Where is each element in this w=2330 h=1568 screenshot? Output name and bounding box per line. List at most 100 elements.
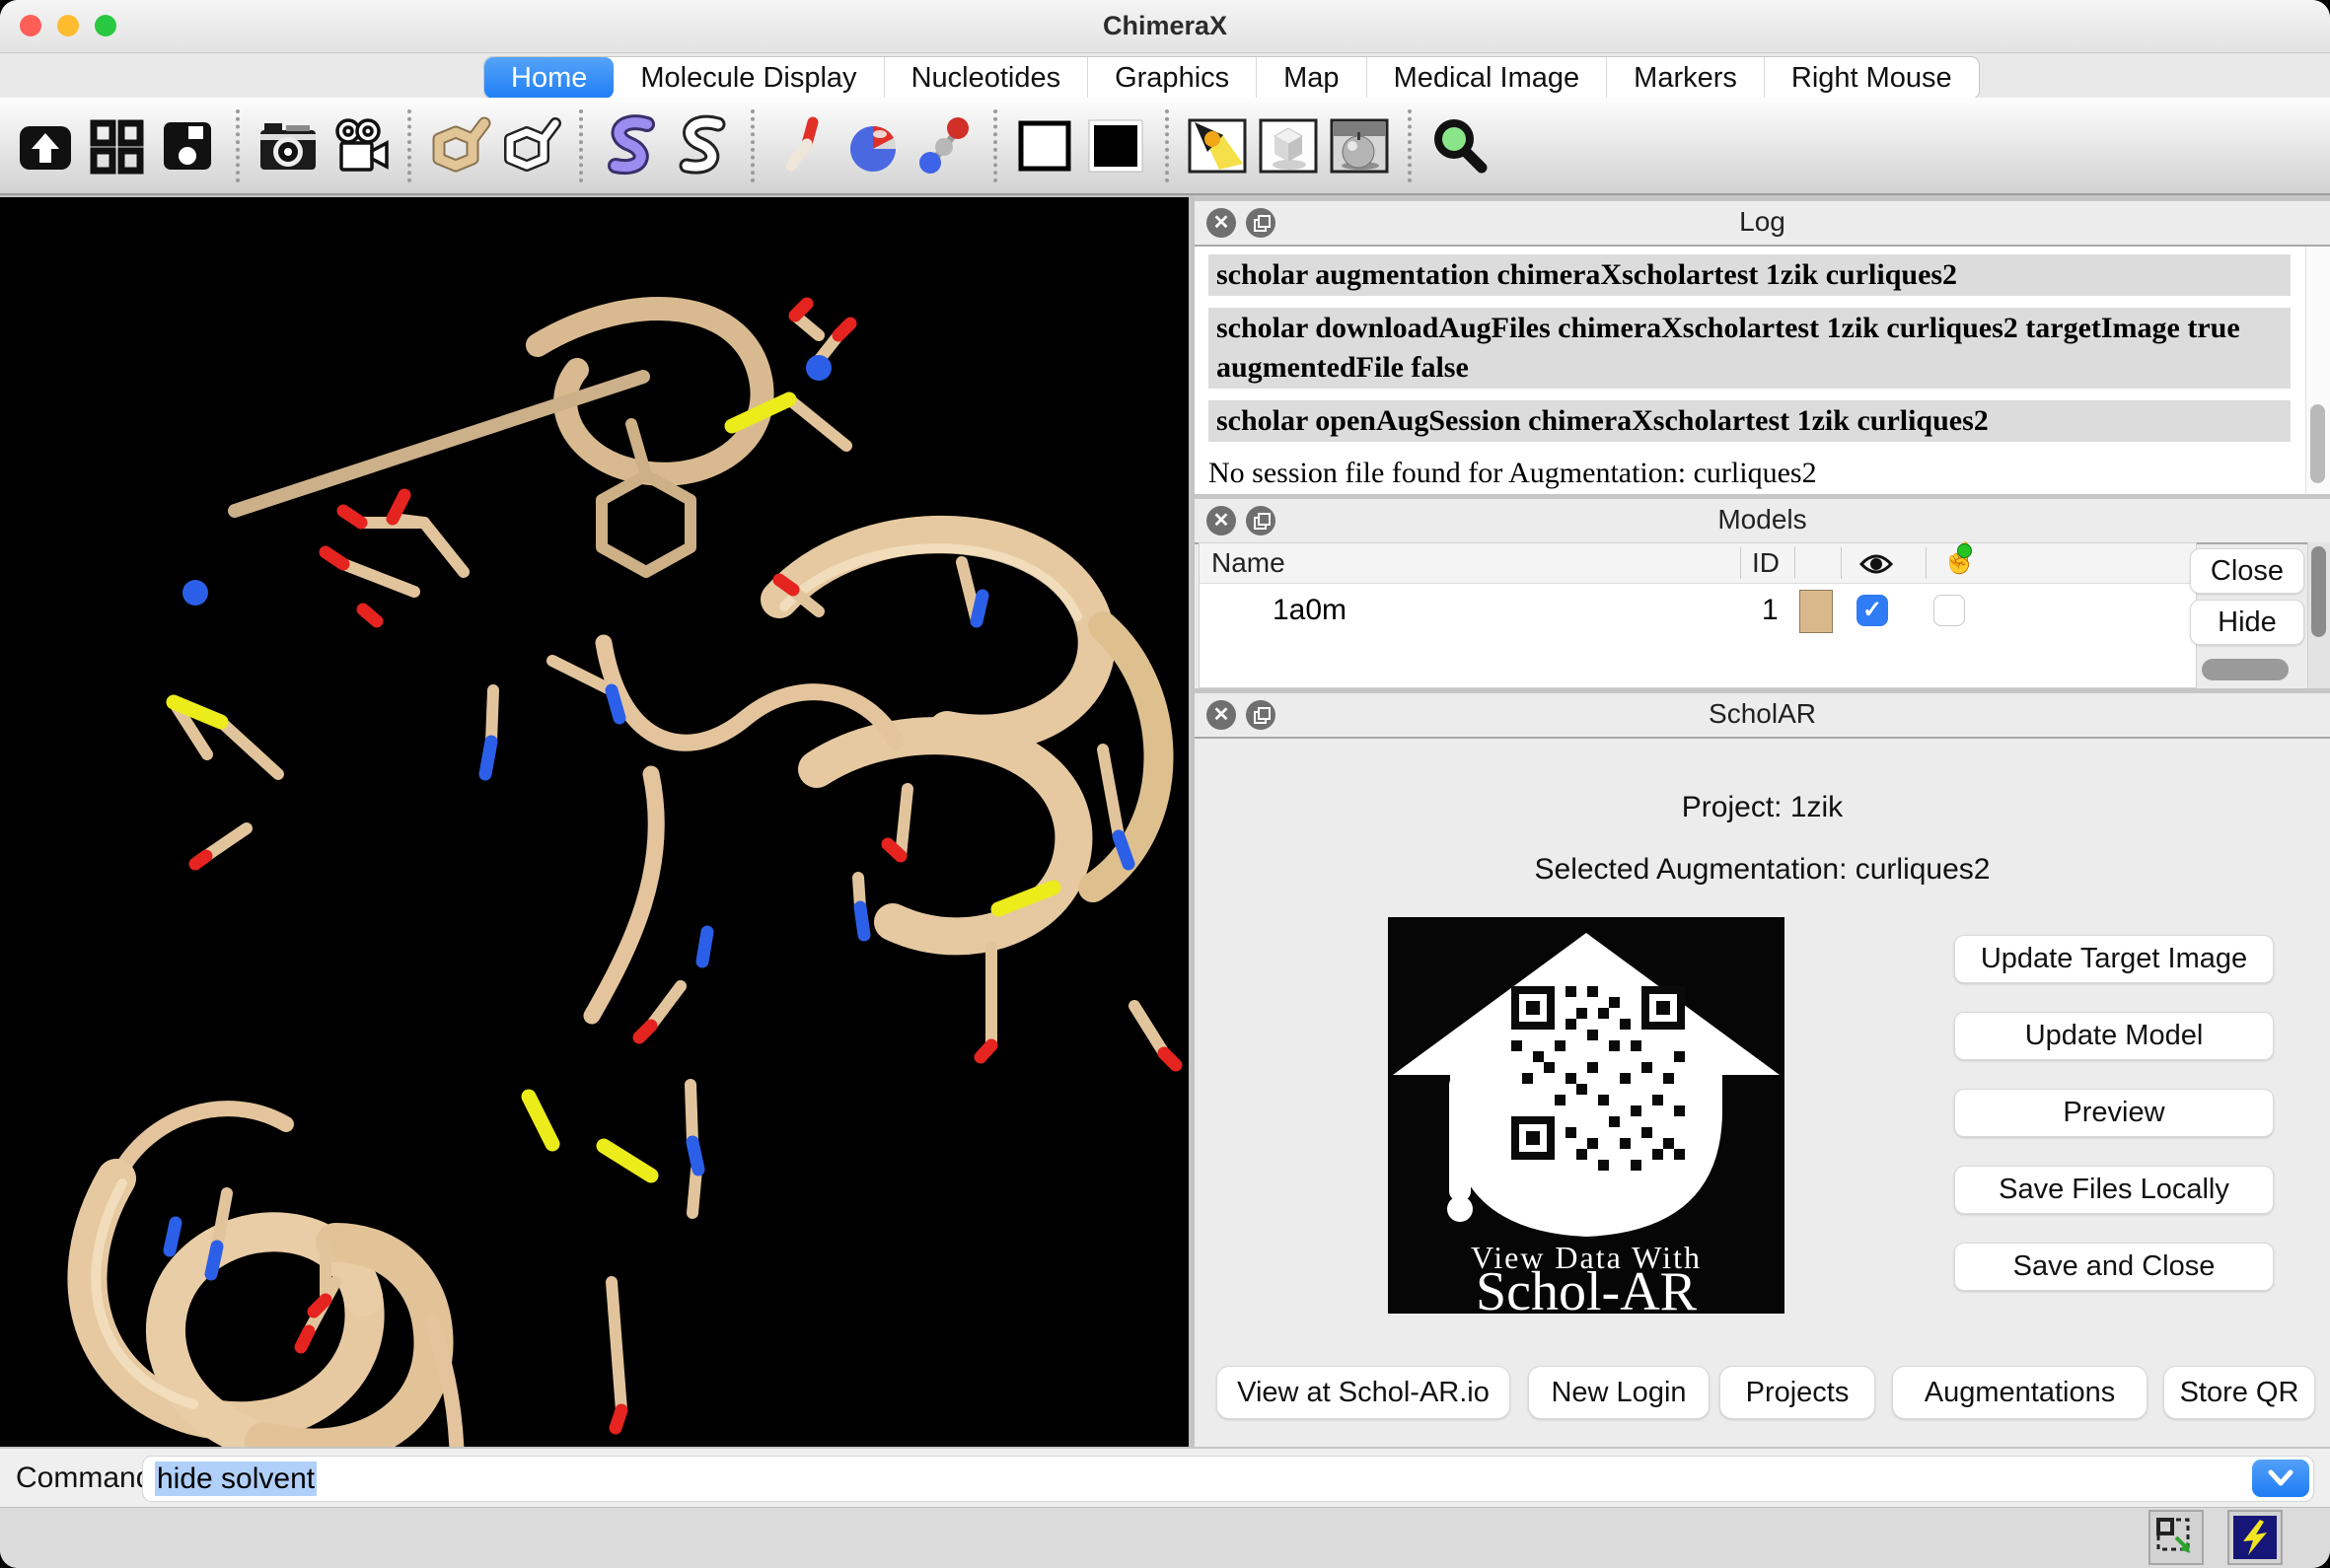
qr-caption-line2: Schol-AR bbox=[1476, 1261, 1698, 1314]
lightning-icon bbox=[2233, 1516, 2277, 1559]
model-close-button[interactable]: Close bbox=[2190, 548, 2304, 594]
model-selected-checkbox[interactable] bbox=[1933, 595, 1965, 626]
zoom-button[interactable] bbox=[1424, 107, 1495, 185]
toolbar-separator bbox=[407, 109, 411, 182]
tab-right-mouse[interactable]: Right Mouse bbox=[1765, 57, 1979, 99]
sphere-style-icon bbox=[842, 114, 906, 178]
selection-resize-icon bbox=[2154, 1516, 2198, 1559]
show-cartoons-button[interactable] bbox=[596, 107, 667, 185]
selection-mode-button[interactable] bbox=[2148, 1510, 2204, 1565]
title-bar: ChimeraX bbox=[0, 0, 2330, 53]
hide-atoms-button[interactable] bbox=[495, 107, 566, 185]
model-color-swatch[interactable] bbox=[1799, 590, 1833, 633]
models-table-header: Name ID ☝ bbox=[1200, 543, 2196, 584]
tab-graphics[interactable]: Graphics bbox=[1088, 57, 1257, 99]
zoom-icon bbox=[1428, 114, 1492, 178]
column-name[interactable]: Name bbox=[1211, 543, 1285, 583]
simple-lighting-icon bbox=[1186, 114, 1249, 178]
snapshot-icon bbox=[256, 114, 320, 178]
snapshot-button[interactable] bbox=[253, 107, 324, 185]
command-history-dropdown[interactable] bbox=[2252, 1460, 2309, 1497]
select-column-hand-icon: ☝ bbox=[1941, 541, 1978, 576]
models-content: Name ID ☝ 1a0m 1 bbox=[1195, 542, 2330, 688]
tab-medical-image[interactable]: Medical Image bbox=[1367, 57, 1608, 99]
log-scrollbar-thumb[interactable] bbox=[2310, 404, 2325, 483]
toolbar-separator bbox=[579, 109, 583, 182]
chimerax-window: ChimeraX Home Molecule Display Nucleotid… bbox=[0, 0, 2330, 1568]
models-scrollbar-thumb[interactable] bbox=[2311, 546, 2326, 637]
open-file-button[interactable] bbox=[10, 107, 81, 185]
recent-files-button[interactable] bbox=[81, 107, 152, 185]
models-buttons-scrollbar[interactable] bbox=[2202, 659, 2289, 680]
show-atoms-button[interactable] bbox=[424, 107, 495, 185]
stick-style-button[interactable] bbox=[767, 107, 838, 185]
model-shown-checkbox[interactable]: ✓ bbox=[1857, 595, 1888, 626]
update-target-image-button[interactable]: Update Target Image bbox=[1954, 935, 2274, 983]
view-at-scholar-io-button[interactable]: View at Schol-AR.io bbox=[1216, 1366, 1510, 1419]
stick-style-icon bbox=[771, 114, 835, 178]
models-panel: ✕ Models Name ID bbox=[1195, 499, 2330, 688]
new-login-button[interactable]: New Login bbox=[1528, 1366, 1710, 1419]
models-scrollbar[interactable] bbox=[2307, 542, 2330, 688]
soft-lighting-icon bbox=[1257, 114, 1320, 178]
save-files-locally-button[interactable]: Save Files Locally bbox=[1954, 1166, 2274, 1214]
graphics-viewport[interactable] bbox=[0, 197, 1189, 1447]
hide-cartoons-button[interactable] bbox=[667, 107, 738, 185]
preview-button[interactable]: Preview bbox=[1954, 1089, 2274, 1137]
protein-ribbons bbox=[87, 309, 1158, 1447]
tab-markers[interactable]: Markers bbox=[1607, 57, 1765, 99]
model-id: 1 bbox=[1762, 583, 1779, 638]
record-movie-icon bbox=[328, 114, 391, 178]
models-panel-title: Models bbox=[1195, 499, 2330, 540]
scholar-qr-image: View Data With Schol-AR bbox=[1388, 917, 1784, 1314]
black-background-button[interactable] bbox=[1081, 107, 1152, 185]
toolbar-tab-row: Home Molecule Display Nucleotides Graphi… bbox=[0, 53, 2330, 98]
record-movie-button[interactable] bbox=[324, 107, 395, 185]
store-qr-button[interactable]: Store QR bbox=[2163, 1366, 2315, 1419]
simple-lighting-button[interactable] bbox=[1182, 107, 1253, 185]
selected-augmentation-label: Selected Augmentation: curliques2 bbox=[1195, 853, 2330, 887]
window-title: ChimeraX bbox=[0, 0, 2330, 52]
update-model-button[interactable]: Update Model bbox=[1954, 1012, 2274, 1060]
save-icon bbox=[156, 114, 219, 178]
projects-button[interactable]: Projects bbox=[1719, 1366, 1875, 1419]
status-bar bbox=[0, 1507, 2330, 1568]
column-id[interactable]: ID bbox=[1752, 543, 1780, 583]
molecule-render[interactable] bbox=[0, 197, 1189, 1447]
sphere-style-button[interactable] bbox=[838, 107, 910, 185]
full-lighting-button[interactable] bbox=[1324, 107, 1395, 185]
tab-nucleotides[interactable]: Nucleotides bbox=[885, 57, 1089, 99]
side-panels: ✕ Log scholar augmentation chimeraXschol… bbox=[1195, 195, 2330, 1447]
command-bar: Command: hide solvent bbox=[0, 1447, 2330, 1507]
log-panel: ✕ Log scholar augmentation chimeraXschol… bbox=[1195, 201, 2330, 494]
models-table: Name ID ☝ 1a0m 1 bbox=[1199, 542, 2197, 688]
open-icon bbox=[14, 114, 77, 178]
model-hide-button[interactable]: Hide bbox=[2190, 600, 2304, 645]
soft-lighting-button[interactable] bbox=[1253, 107, 1324, 185]
black-background-icon bbox=[1085, 114, 1148, 178]
white-background-icon bbox=[1014, 114, 1077, 178]
model-name: 1a0m bbox=[1273, 583, 1347, 638]
hide-cartoons-icon bbox=[671, 114, 734, 178]
white-background-button[interactable] bbox=[1010, 107, 1081, 185]
toolbar-separator bbox=[751, 109, 755, 182]
tab-home[interactable]: Home bbox=[484, 57, 614, 99]
log-entry: scholar augmentation chimeraXscholartest… bbox=[1208, 254, 2291, 296]
models-buttons: Close Hide bbox=[2190, 542, 2306, 688]
model-row[interactable]: 1a0m 1 ✓ bbox=[1200, 583, 2196, 638]
save-button[interactable] bbox=[152, 107, 223, 185]
fast-mode-button[interactable] bbox=[2227, 1510, 2283, 1565]
command-input[interactable]: hide solvent bbox=[142, 1456, 2314, 1502]
save-and-close-button[interactable]: Save and Close bbox=[1954, 1243, 2274, 1291]
tab-molecule-display[interactable]: Molecule Display bbox=[614, 57, 884, 99]
log-scrollbar[interactable] bbox=[2305, 247, 2330, 494]
toolbar-tabs: Home Molecule Display Nucleotides Graphi… bbox=[483, 56, 1980, 100]
log-entry: scholar downloadAugFiles chimeraXscholar… bbox=[1208, 308, 2291, 389]
log-content[interactable]: scholar augmentation chimeraXscholartest… bbox=[1195, 247, 2330, 494]
toolbar-separator bbox=[993, 109, 997, 182]
show-cartoons-icon bbox=[600, 114, 663, 178]
solvent-spheres bbox=[182, 355, 832, 606]
tab-map[interactable]: Map bbox=[1257, 57, 1366, 99]
ball-and-stick-button[interactable] bbox=[910, 107, 981, 185]
augmentations-button[interactable]: Augmentations bbox=[1892, 1366, 2148, 1419]
